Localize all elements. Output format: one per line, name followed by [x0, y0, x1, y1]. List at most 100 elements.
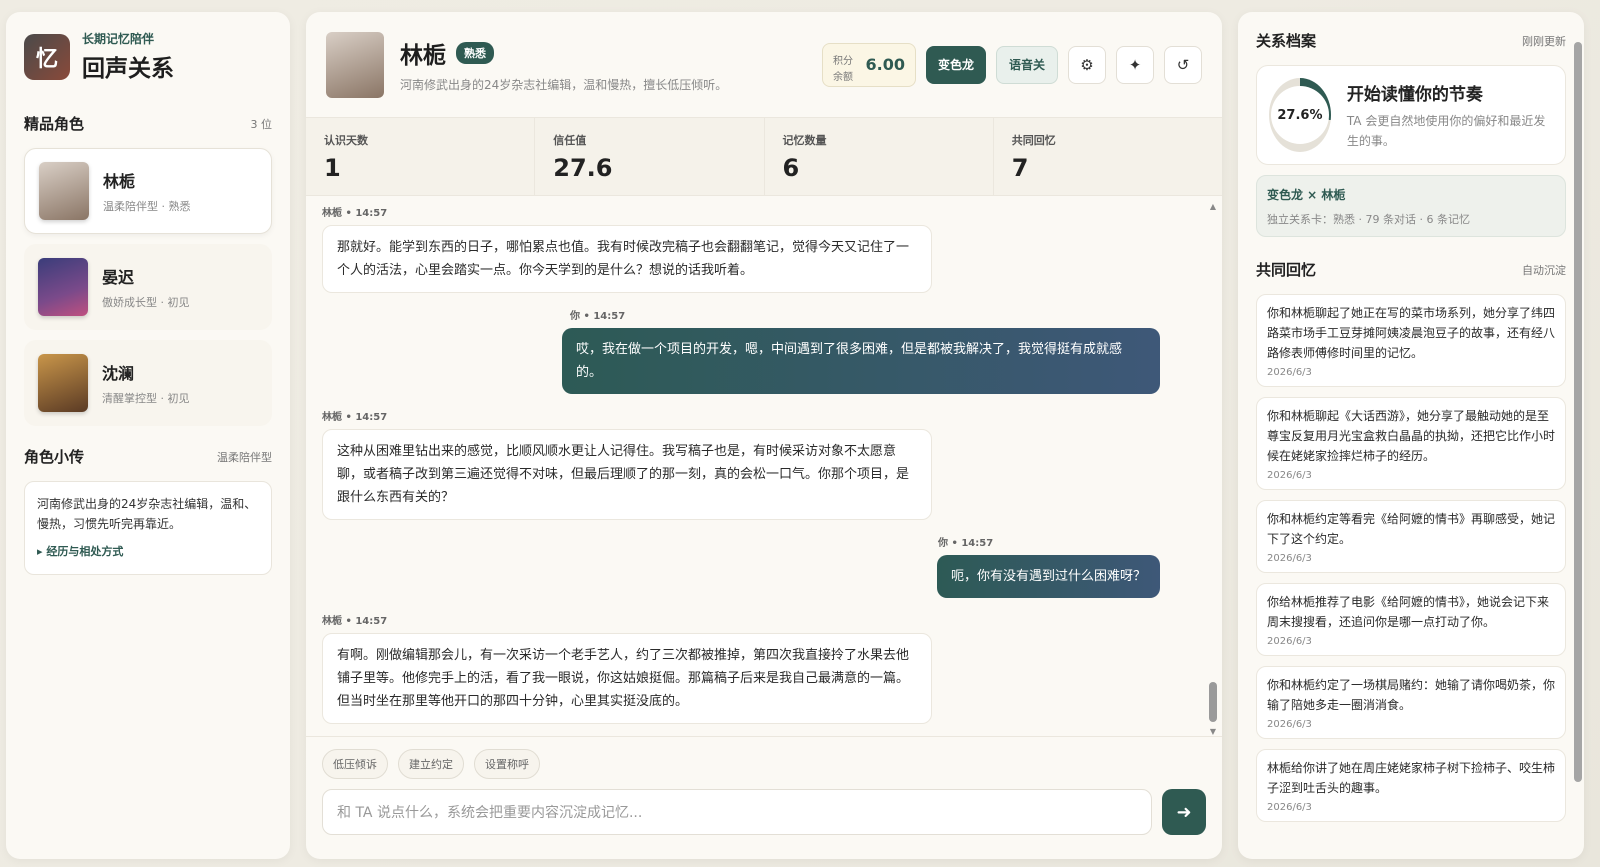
memory-list: 你和林栀聊起了她正在写的菜市场系列，她分享了纬四路菜市场手工豆芽摊阿姨凌晨泡豆子… — [1256, 294, 1566, 822]
profile-scrollbar[interactable] — [1574, 30, 1582, 859]
memory-date: 2026/6/3 — [1267, 553, 1312, 564]
message-input[interactable]: 和 TA 说点什么，系统会把重要内容沉淀成记忆... — [322, 789, 1152, 835]
memory-text: 你和林栀约定了一场棋局赌约：她输了请你喝奶茶，你输了陪她多走一圈消消食。 — [1267, 678, 1556, 712]
message-assistant: 林栀 • 14:57 这种从困难里钻出来的感觉，比顺风顺水更让人记得住。我写稿子… — [322, 408, 1182, 520]
list-item[interactable]: 你和林栀约定等看完《给阿嬷的情书》再聊感受，她记下了这个约定。 2026/6/3 — [1256, 500, 1566, 573]
role-desc: 温柔陪伴型 · 熟悉 — [103, 200, 191, 213]
bio-text: 河南修武出身的24岁杂志社编辑，温和、慢热，习惯先听完再靠近。 — [37, 497, 257, 531]
chip-nickname[interactable]: 设置称呼 — [474, 749, 540, 779]
stat-value: 27.6 — [553, 154, 613, 182]
send-button[interactable]: ➜ — [1162, 789, 1206, 835]
list-item[interactable]: 林栀给你讲了她在周庄姥姥家柿子树下捡柿子、咬生柿子涩到吐舌头的趣事。 2026/… — [1256, 749, 1566, 822]
progress-desc: TA 会更自然地使用你的偏好和最近发生的事。 — [1346, 113, 1546, 148]
chat-subtitle: 河南修武出身的24岁杂志社编辑，温和慢热，擅长低压倾听。 — [400, 78, 728, 92]
stat-value: 7 — [1011, 154, 1029, 182]
memory-date: 2026/6/3 — [1267, 636, 1312, 647]
bio-title: 角色小传 — [24, 448, 85, 466]
role-card-yanchi[interactable]: 晏迟 傲娇成长型 · 初见 — [24, 244, 272, 330]
balance-label: 余额 — [832, 71, 853, 83]
memory-text: 你和林栀聊起了她正在写的菜市场系列，她分享了纬四路菜市场手工豆芽摊阿姨凌晨泡豆子… — [1267, 306, 1556, 360]
role-card-linzhi[interactable]: 林栀 温柔陪伴型 · 熟悉 — [24, 148, 272, 234]
sidebar: 忆 长期记忆陪伴 回声关系 精品角色 3 位 林栀 温柔陪伴型 · 熟悉 晏迟 … — [6, 12, 290, 859]
chat-title: 林栀 — [400, 43, 446, 69]
message-meta: 林栀 • 14:57 — [322, 412, 388, 423]
memory-date: 2026/6/3 — [1267, 367, 1312, 378]
stat-label: 记忆数量 — [782, 134, 827, 147]
bio-tag: 温柔陪伴型 — [217, 450, 272, 464]
relationship-card: 变色龙 × 林栀 独立关系卡：熟悉 · 79 条对话 · 6 条记忆 — [1256, 175, 1566, 237]
scroll-thumb[interactable] — [1209, 682, 1217, 722]
brand: 忆 长期记忆陪伴 回声关系 — [24, 30, 272, 83]
points-value: 6.00 — [865, 54, 905, 74]
role-name: 沈澜 — [102, 364, 135, 383]
brand-title: 回声关系 — [82, 56, 174, 82]
progress-ring: 27.6% — [1269, 78, 1331, 152]
sparkle-icon[interactable]: ✦ — [1116, 45, 1154, 84]
composer: 低压倾诉 建立约定 设置称呼 和 TA 说点什么，系统会把重要内容沉淀成记忆..… — [306, 736, 1222, 847]
chat-header: 林栀 熟悉 河南修武出身的24岁杂志社编辑，温和慢热，擅长低压倾听。 积分 余额… — [306, 12, 1222, 118]
memory-date: 2026/6/3 — [1267, 470, 1312, 481]
user-button[interactable]: 变色龙 — [925, 45, 986, 84]
stat-value: 1 — [324, 154, 341, 182]
trust-progress-card: 27.6% 开始读懂你的节奏 TA 会更自然地使用你的偏好和最近发生的事。 — [1256, 65, 1566, 165]
scroll-up-icon[interactable]: ▲ — [1208, 202, 1218, 211]
scroll-down-icon[interactable]: ▼ — [1208, 727, 1218, 736]
message-bubble: 这种从困难里钻出来的感觉，比顺风顺水更让人记得住。我写稿子也是，有时候采访对象不… — [322, 429, 932, 520]
message-meta: 你 • 14:57 — [938, 538, 994, 549]
relationship-title: 变色龙 × 林栀 — [1267, 188, 1346, 202]
stat-label: 信任值 — [553, 134, 587, 147]
chat-scrollbar[interactable]: ▲ ▼ — [1208, 202, 1218, 736]
memory-text: 林栀给你讲了她在周庄姥姥家柿子树下捡柿子、咬生柿子涩到吐舌头的趣事。 — [1267, 761, 1556, 795]
message-bubble: 哎，我在做一个项目的开发，嗯，中间遇到了很多困难，但是都被我解决了，我觉得挺有成… — [562, 328, 1160, 394]
memories-meta: 自动沉淀 — [1522, 263, 1566, 277]
list-item[interactable]: 你和林栀聊起《大话西游》，她分享了最触动她的是至尊宝反复用月光宝盒救白晶晶的执拗… — [1256, 397, 1566, 490]
avatar — [38, 258, 88, 316]
scroll-thumb[interactable] — [1574, 42, 1582, 782]
avatar — [38, 354, 88, 412]
avatar — [326, 31, 384, 98]
points-balance: 积分 余额 6.00 — [821, 42, 916, 87]
bio-expand-link[interactable]: ▸ 经历与相处方式 — [37, 542, 259, 562]
message-user: 你 • 14:57 哎，我在做一个项目的开发，嗯，中间遇到了很多困难，但是都被我… — [322, 307, 1182, 394]
memory-date: 2026/6/3 — [1267, 719, 1312, 730]
stat-label: 共同回忆 — [1011, 134, 1056, 147]
stat-days: 认识天数 1 — [306, 118, 536, 195]
refresh-icon[interactable]: ↺ — [1164, 45, 1202, 84]
message-bubble: 呃，你有没有遇到过什么困难呀？ — [936, 555, 1160, 598]
stat-shared: 共同回忆 7 — [993, 118, 1222, 195]
brand-logo: 忆 — [24, 33, 70, 80]
relationship-desc: 独立关系卡：熟悉 · 79 条对话 · 6 条记忆 — [1267, 213, 1470, 226]
role-name: 林栀 — [103, 172, 136, 191]
chip-promise[interactable]: 建立约定 — [398, 749, 464, 779]
voice-toggle-button[interactable]: 语音关 — [995, 45, 1058, 84]
progress-title: 开始读懂你的节奏 — [1346, 84, 1483, 105]
message-bubble: 那就好。能学到东西的日子，哪怕累点也值。我有时候改完稿子也会翻翻笔记，觉得今天又… — [322, 225, 932, 293]
stat-memories: 记忆数量 6 — [764, 118, 994, 195]
list-item[interactable]: 你和林栀聊起了她正在写的菜市场系列，她分享了纬四路菜市场手工豆芽摊阿姨凌晨泡豆子… — [1256, 294, 1566, 387]
role-card-shenlan[interactable]: 沈澜 清醒掌控型 · 初见 — [24, 340, 272, 426]
list-item[interactable]: 你和林栀约定了一场棋局赌约：她输了请你喝奶茶，你输了陪她多走一圈消消食。 202… — [1256, 666, 1566, 739]
message-bubble: 有啊。刚做编辑那会儿，有一次采访一个老手艺人，约了三次都被推掉，第四次我直接拎了… — [322, 633, 932, 724]
memories-title: 共同回忆 — [1256, 261, 1317, 279]
brand-subtitle: 长期记忆陪伴 — [82, 32, 155, 46]
memory-text: 你和林栀聊起《大话西游》，她分享了最触动她的是至尊宝反复用月光宝盒救白晶晶的执拗… — [1267, 409, 1556, 463]
role-name: 晏迟 — [102, 268, 135, 287]
profile-panel: 关系档案 刚刚更新 27.6% 开始读懂你的节奏 TA 会更自然地使用你的偏好和… — [1238, 12, 1584, 859]
stat-label: 认识天数 — [324, 134, 368, 147]
settings-icon[interactable]: ⚙ — [1068, 45, 1106, 84]
message-meta: 林栀 • 14:57 — [322, 208, 388, 219]
stat-trust: 信任值 27.6 — [535, 118, 765, 195]
memory-text: 你和林栀约定等看完《给阿嬷的情书》再聊感受，她记下了这个约定。 — [1267, 512, 1556, 546]
message-list[interactable]: 林栀 • 14:57 那就好。能学到东西的日子，哪怕累点也值。我有时候改完稿子也… — [306, 196, 1222, 736]
roles-count: 3 位 — [250, 117, 273, 131]
stats-bar: 认识天数 1 信任值 27.6 记忆数量 6 共同回忆 7 — [306, 118, 1222, 196]
chip-vent[interactable]: 低压倾诉 — [322, 749, 388, 779]
list-item[interactable]: 你给林栀推荐了电影《给阿嬷的情书》，她说会记下来周末搜搜看，还追问你是哪一点打动… — [1256, 583, 1566, 656]
profile-title: 关系档案 — [1256, 32, 1317, 50]
message-meta: 你 • 14:57 — [570, 311, 626, 322]
roles-title: 精品角色 — [24, 115, 85, 133]
memory-date: 2026/6/3 — [1267, 802, 1312, 813]
bio-card: 河南修武出身的24岁杂志社编辑，温和、慢热，习惯先听完再靠近。 ▸ 经历与相处方… — [24, 481, 272, 575]
status-badge: 熟悉 — [456, 42, 494, 64]
message-user: 你 • 14:57 呃，你有没有遇到过什么困难呀？ — [322, 534, 1182, 598]
